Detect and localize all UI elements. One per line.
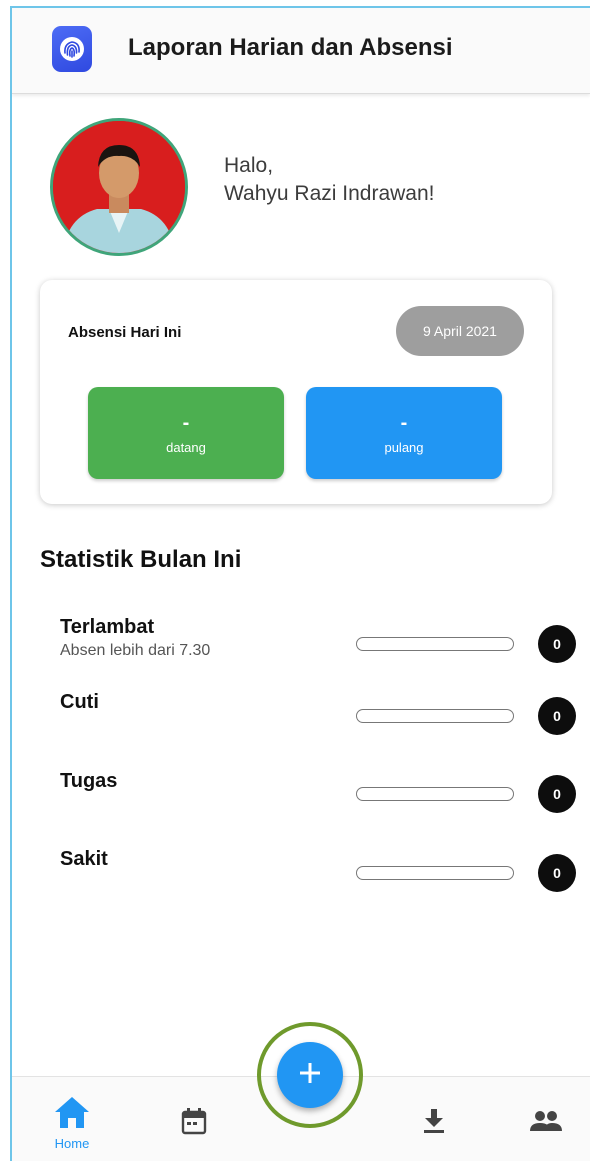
date-text: 9 April 2021 (423, 323, 497, 339)
stat-count-badge: 0 (538, 775, 576, 813)
app-title: Laporan Harian dan Absensi (128, 34, 453, 61)
greeting-text: Halo, (224, 154, 274, 177)
home-icon (53, 1095, 91, 1134)
user-name: Wahyu Razi Indrawan! (224, 182, 435, 205)
avatar[interactable] (50, 118, 188, 256)
nav-home[interactable]: Home (48, 1077, 96, 1161)
nav-people[interactable] (522, 1077, 570, 1161)
nav-download[interactable] (412, 1077, 456, 1161)
stat-progress-bar (356, 709, 514, 723)
stat-row-cuti: Cuti 0 (60, 691, 580, 751)
stat-count-badge: 0 (538, 625, 576, 663)
add-button[interactable] (277, 1042, 343, 1108)
stat-row-tugas: Tugas 0 (60, 770, 580, 830)
stat-progress-bar (356, 866, 514, 880)
stat-name: Cuti (60, 691, 99, 713)
download-icon (422, 1108, 446, 1139)
stat-progress-bar (356, 637, 514, 651)
plus-icon (298, 1061, 322, 1090)
stat-name: Terlambat (60, 616, 155, 638)
stat-row-sakit: Sakit 0 (60, 848, 580, 908)
check-out-button[interactable]: - pulang (306, 387, 502, 479)
check-in-button[interactable]: - datang (88, 387, 284, 479)
check-out-label: pulang (384, 439, 424, 455)
calendar-icon (181, 1107, 207, 1140)
people-icon (529, 1110, 563, 1137)
stats-title: Statistik Bulan Ini (40, 546, 242, 573)
attendance-card: Absensi Hari Ini 9 April 2021 - datang -… (40, 280, 552, 504)
stat-progress-bar (356, 787, 514, 801)
stat-row-terlambat: Terlambat Absen lebih dari 7.30 0 (60, 616, 580, 676)
fab-highlight-ring (257, 1022, 363, 1128)
fingerprint-icon (52, 26, 92, 72)
nav-calendar[interactable] (172, 1077, 216, 1161)
nav-home-label: Home (54, 1136, 90, 1151)
date-chip: 9 April 2021 (396, 306, 524, 356)
stat-count-badge: 0 (538, 854, 576, 892)
app-screen: Laporan Harian dan Absensi Halo, Wahyu R… (10, 6, 590, 1161)
stat-subtitle: Absen lebih dari 7.30 (60, 642, 211, 659)
stat-name: Tugas (60, 770, 118, 792)
check-in-label: datang (166, 439, 206, 455)
stat-name: Sakit (60, 848, 108, 870)
stat-count-badge: 0 (538, 697, 576, 735)
check-out-value: - (400, 411, 408, 434)
app-bar: Laporan Harian dan Absensi (12, 8, 590, 94)
attendance-title: Absensi Hari Ini (68, 324, 182, 341)
check-in-value: - (182, 411, 190, 434)
